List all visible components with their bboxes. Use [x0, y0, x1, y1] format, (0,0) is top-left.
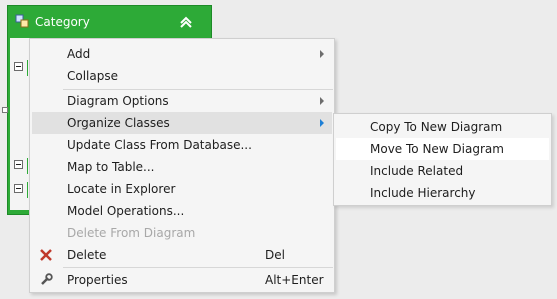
organize-classes-submenu: Copy To New Diagram Move To New Diagram …: [333, 113, 552, 206]
submenu-item-label: Copy To New Diagram: [370, 120, 503, 134]
menu-item-model-operations[interactable]: Model Operations...: [32, 200, 332, 222]
entity-title: Category: [35, 15, 90, 29]
menu-item-label: Organize Classes: [67, 116, 170, 130]
submenu-arrow-icon: [320, 50, 324, 58]
submenu-item-label: Include Hierarchy: [370, 186, 476, 200]
menu-item-label: Model Operations...: [67, 204, 185, 218]
menu-item-label: Delete From Diagram: [67, 226, 196, 240]
delete-x-icon: [38, 247, 54, 263]
submenu-item-include-hierarchy[interactable]: Include Hierarchy: [336, 182, 549, 204]
menu-item-update-class[interactable]: Update Class From Database...: [32, 134, 332, 156]
menu-item-delete-from-diagram: Delete From Diagram: [32, 222, 332, 244]
submenu-item-copy-to-new-diagram[interactable]: Copy To New Diagram: [336, 116, 549, 138]
menu-item-shortcut: Del: [265, 248, 285, 262]
menu-item-label: Collapse: [67, 69, 118, 83]
menu-item-delete[interactable]: Delete Del: [32, 244, 332, 266]
wrench-icon: [38, 272, 54, 288]
menu-item-label: Delete: [67, 248, 107, 262]
resize-handle[interactable]: [2, 107, 8, 113]
menu-item-label: Map to Table...: [67, 160, 155, 174]
menu-item-label: Locate in Explorer: [67, 182, 176, 196]
menu-separator: [63, 267, 333, 268]
menu-item-locate-in-explorer[interactable]: Locate in Explorer: [32, 178, 332, 200]
submenu-item-include-related[interactable]: Include Related: [336, 160, 549, 182]
menu-item-label: Update Class From Database...: [67, 138, 252, 152]
menu-item-label: Add: [67, 47, 91, 61]
chevron-double-up-icon[interactable]: [178, 14, 194, 30]
submenu-arrow-icon: [320, 119, 324, 127]
entity-icon: [15, 14, 29, 28]
context-menu: Add Collapse Diagram Options Organize Cl…: [29, 38, 335, 293]
menu-item-shortcut: Alt+Enter: [265, 273, 324, 287]
submenu-item-move-to-new-diagram[interactable]: Move To New Diagram: [336, 138, 549, 160]
menu-item-label: Properties: [67, 273, 128, 287]
submenu-arrow-icon: [320, 97, 324, 105]
menu-item-properties[interactable]: Properties Alt+Enter: [32, 269, 332, 291]
menu-item-organize-classes[interactable]: Organize Classes: [32, 112, 332, 134]
menu-item-collapse[interactable]: Collapse: [32, 65, 332, 87]
submenu-item-label: Include Related: [370, 164, 464, 178]
menu-item-map-to-table[interactable]: Map to Table...: [32, 156, 332, 178]
submenu-item-label: Move To New Diagram: [370, 142, 504, 156]
menu-item-label: Diagram Options: [67, 94, 169, 108]
menu-item-add[interactable]: Add: [32, 43, 332, 65]
menu-item-diagram-options[interactable]: Diagram Options: [32, 90, 332, 112]
